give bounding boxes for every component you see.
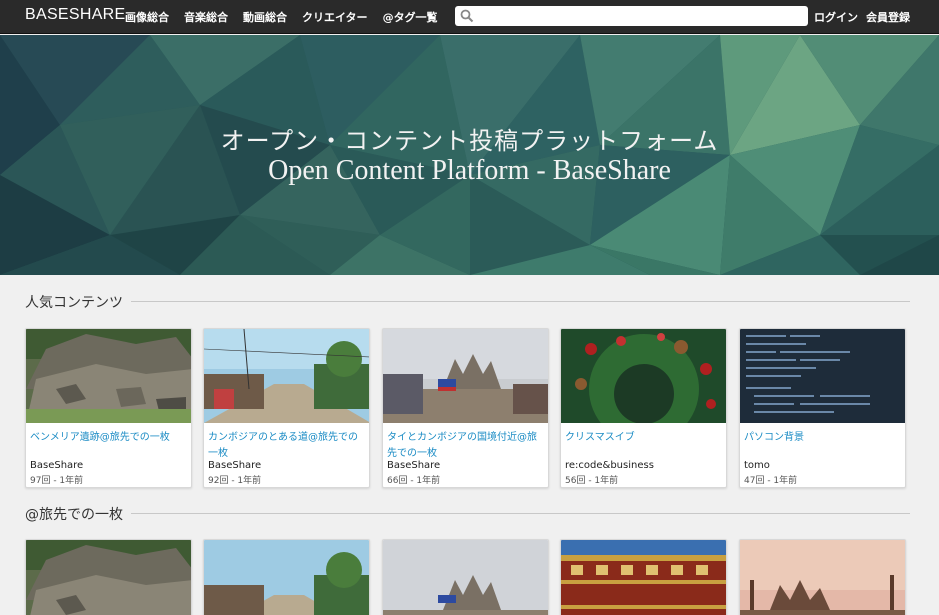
content-card[interactable] bbox=[203, 539, 370, 615]
card-meta: 47回 - 1年前 bbox=[744, 476, 798, 486]
card-title[interactable]: タイとカンボジアの国境付近@旅先での一枚 bbox=[387, 430, 546, 462]
register-link[interactable]: 会員登録 bbox=[866, 9, 910, 25]
thumbnail-road[interactable] bbox=[204, 540, 370, 615]
content-card[interactable]: カンボジアのとある道@旅先での一枚 BaseShare 92回 - 1年前 bbox=[203, 328, 370, 488]
top-navbar: BASESHARE 画像総合 音楽総合 動画総合 クリエイター @タグ一覧 ログ… bbox=[0, 0, 939, 34]
card-title[interactable]: クリスマスイブ bbox=[565, 430, 724, 446]
search-icon bbox=[460, 9, 474, 23]
thumbnail-border[interactable] bbox=[383, 540, 549, 615]
thumbnail-code[interactable] bbox=[740, 329, 906, 423]
login-link[interactable]: ログイン bbox=[814, 9, 858, 25]
thumbnail-building[interactable] bbox=[561, 540, 727, 615]
search-input[interactable] bbox=[477, 8, 802, 24]
content-card[interactable]: クリスマスイブ re:code&business 56回 - 1年前 bbox=[560, 328, 727, 488]
card-author[interactable]: re:code&business bbox=[565, 460, 654, 471]
content-card[interactable] bbox=[739, 539, 906, 615]
hero-title: オープン・コンテント投稿プラットフォーム bbox=[220, 127, 719, 155]
thumbnail-ruins[interactable] bbox=[26, 329, 192, 423]
search-box[interactable] bbox=[455, 6, 808, 26]
section-heading-travel: @旅先での一枚 bbox=[25, 504, 131, 524]
card-meta: 66回 - 1年前 bbox=[387, 476, 441, 486]
content-card[interactable]: パソコン背景 tomo 47回 - 1年前 bbox=[739, 328, 906, 488]
card-title[interactable]: ベンメリア遺跡@旅先での一枚 bbox=[30, 430, 189, 446]
section-divider bbox=[25, 301, 910, 302]
section-divider bbox=[25, 513, 910, 514]
thumbnail-road[interactable] bbox=[204, 329, 370, 423]
nav-links: 画像総合 音楽総合 動画総合 クリエイター @タグ一覧 bbox=[125, 9, 453, 25]
content-card[interactable] bbox=[382, 539, 549, 615]
card-title[interactable]: カンボジアのとある道@旅先での一枚 bbox=[208, 430, 367, 462]
content-card[interactable]: ベンメリア遺跡@旅先での一枚 BaseShare 97回 - 1年前 bbox=[25, 328, 192, 488]
thumbnail-temple[interactable] bbox=[740, 540, 906, 615]
section-heading-popular: 人気コンテンツ bbox=[25, 292, 131, 312]
thumbnail-ruins[interactable] bbox=[26, 540, 192, 615]
content-card[interactable]: タイとカンボジアの国境付近@旅先での一枚 BaseShare 66回 - 1年前 bbox=[382, 328, 549, 488]
card-author[interactable]: BaseShare bbox=[387, 460, 440, 471]
card-meta: 92回 - 1年前 bbox=[208, 476, 262, 486]
nav-link-music[interactable]: 音楽総合 bbox=[184, 9, 228, 25]
card-author[interactable]: BaseShare bbox=[30, 460, 83, 471]
card-meta: 56回 - 1年前 bbox=[565, 476, 619, 486]
brand-logo[interactable]: BASESHARE bbox=[25, 6, 126, 24]
content-card[interactable] bbox=[560, 539, 727, 615]
nav-link-tags[interactable]: @タグ一覧 bbox=[383, 9, 438, 25]
content-card[interactable] bbox=[25, 539, 192, 615]
nav-auth: ログイン 会員登録 bbox=[806, 9, 910, 25]
nav-link-images[interactable]: 画像総合 bbox=[125, 9, 169, 25]
hero-subtitle: Open Content Platform - BaseShare bbox=[268, 155, 671, 186]
nav-link-creators[interactable]: クリエイター bbox=[302, 9, 368, 25]
card-title[interactable]: パソコン背景 bbox=[744, 430, 903, 446]
nav-link-videos[interactable]: 動画総合 bbox=[243, 9, 287, 25]
card-author[interactable]: tomo bbox=[744, 460, 770, 471]
thumbnail-border[interactable] bbox=[383, 329, 549, 423]
card-meta: 97回 - 1年前 bbox=[30, 476, 84, 486]
hero-banner: オープン・コンテント投稿プラットフォーム Open Content Platfo… bbox=[0, 35, 939, 275]
thumbnail-wreath[interactable] bbox=[561, 329, 727, 423]
card-author[interactable]: BaseShare bbox=[208, 460, 261, 471]
